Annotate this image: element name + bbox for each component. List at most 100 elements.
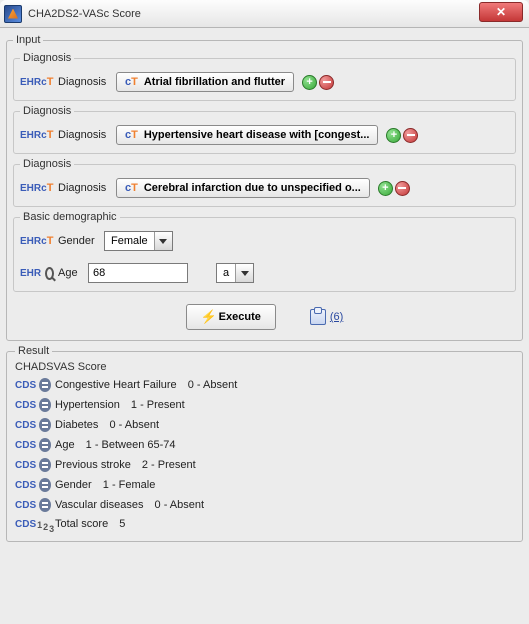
gender-select[interactable]: Female (104, 231, 173, 251)
score-group: CHADSVAS Score CDS Congestive Heart Fail… (15, 361, 514, 533)
diagnosis-legend: Diagnosis (20, 105, 74, 117)
ehr-ct-icon: EHRcT (20, 129, 54, 141)
chevron-down-icon (154, 232, 172, 250)
ehr-q-icon: EHR (20, 267, 54, 280)
input-group: Input Diagnosis EHRcT Diagnosis cT Atria… (6, 34, 523, 341)
diagnosis-row: EHRcT Diagnosis cT Atrial fibrillation a… (20, 70, 509, 94)
result-label: Diabetes (55, 419, 98, 431)
cds-numeric-icon: CDS123 (15, 519, 51, 530)
result-label: Congestive Heart Failure (55, 379, 177, 391)
demographic-group: Basic demographic EHRcT Gender Female EH… (13, 211, 516, 292)
result-legend: Result (15, 345, 52, 357)
diagnosis-value-button[interactable]: cT Hypertensive heart disease with [cong… (116, 125, 378, 145)
result-item: CDS Vascular diseases 0 - Absent (15, 495, 514, 515)
add-remove-controls (386, 128, 418, 143)
log-link[interactable]: (6) (310, 309, 343, 325)
diagnosis-legend: Diagnosis (20, 158, 74, 170)
gender-label: Gender (58, 235, 100, 247)
cds-icon: CDS (15, 418, 51, 432)
result-item: CDS Age 1 - Between 65-74 (15, 435, 514, 455)
input-legend: Input (13, 34, 43, 46)
window-title: CHA2DS2-VASc Score (28, 8, 141, 20)
cds-icon: CDS (15, 398, 51, 412)
diagnosis-text: Atrial fibrillation and flutter (144, 76, 285, 88)
diagnosis-text: Cerebral infarction due to unspecified o… (144, 182, 361, 194)
result-label: Age (55, 439, 75, 451)
magnifier-icon (45, 267, 54, 280)
execute-label: Execute (219, 311, 261, 323)
add-diagnosis-button[interactable] (386, 128, 401, 143)
age-label: Age (58, 267, 84, 279)
age-row: EHR Age a (20, 261, 509, 285)
total-value: 5 (119, 518, 125, 530)
result-value: 0 - Absent (188, 379, 238, 391)
log-count: (6) (330, 311, 343, 323)
cds-icon: CDS (15, 498, 51, 512)
chevron-down-icon (235, 264, 253, 282)
execute-row: Execute (6) (13, 296, 516, 334)
diagnosis-label: Diagnosis (58, 182, 112, 194)
ehr-ct-icon: EHRcT (20, 235, 54, 247)
score-legend: CHADSVAS Score (15, 361, 107, 373)
remove-diagnosis-button[interactable] (319, 75, 334, 90)
result-value: 1 - Between 65-74 (86, 439, 176, 451)
result-value: 2 - Present (142, 459, 196, 471)
add-remove-controls (302, 75, 334, 90)
window: CHA2DS2-VASc Score ✕ Input Diagnosis EHR… (0, 0, 529, 624)
age-input[interactable] (88, 263, 188, 283)
titlebar: CHA2DS2-VASc Score ✕ (0, 0, 529, 28)
diagnosis-group: Diagnosis EHRcT Diagnosis cT Cerebral in… (13, 158, 516, 207)
bolt-icon (201, 310, 213, 324)
close-button[interactable]: ✕ (479, 2, 523, 22)
ehr-ct-icon: EHRcT (20, 76, 54, 88)
diagnosis-row: EHRcT Diagnosis cT Hypertensive heart di… (20, 123, 509, 147)
result-label: Hypertension (55, 399, 120, 411)
ct-icon: cT (125, 76, 138, 88)
execute-button[interactable]: Execute (186, 304, 276, 330)
result-label: Previous stroke (55, 459, 131, 471)
result-label: Vascular diseases (55, 499, 143, 511)
ct-icon: cT (125, 129, 138, 141)
result-item: CDS Congestive Heart Failure 0 - Absent (15, 375, 514, 395)
diagnosis-legend: Diagnosis (20, 52, 74, 64)
cds-icon: CDS (15, 478, 51, 492)
demographic-legend: Basic demographic (20, 211, 120, 223)
add-remove-controls (378, 181, 410, 196)
gender-row: EHRcT Gender Female (20, 229, 509, 253)
result-item: CDS Hypertension 1 - Present (15, 395, 514, 415)
result-label: Gender (55, 479, 92, 491)
diagnosis-row: EHRcT Diagnosis cT Cerebral infarction d… (20, 176, 509, 200)
result-item: CDS Gender 1 - Female (15, 475, 514, 495)
close-icon: ✕ (496, 5, 506, 19)
result-value: 0 - Absent (155, 499, 205, 511)
diagnosis-label: Diagnosis (58, 129, 112, 141)
cds-icon: CDS (15, 438, 51, 452)
total-label: Total score (55, 518, 108, 530)
diagnosis-label: Diagnosis (58, 76, 112, 88)
window-body: Input Diagnosis EHRcT Diagnosis cT Atria… (0, 28, 529, 548)
age-unit-value: a (217, 264, 235, 282)
gender-value: Female (105, 232, 154, 250)
add-diagnosis-button[interactable] (378, 181, 393, 196)
cds-icon: CDS (15, 458, 51, 472)
app-icon (4, 5, 22, 23)
result-total: CDS123 Total score 5 (15, 515, 514, 533)
add-diagnosis-button[interactable] (302, 75, 317, 90)
diagnosis-text: Hypertensive heart disease with [congest… (144, 129, 370, 141)
ct-icon: cT (125, 182, 138, 194)
diagnosis-group: Diagnosis EHRcT Diagnosis cT Atrial fibr… (13, 52, 516, 101)
result-group: Result CHADSVAS Score CDS Congestive Hea… (6, 345, 523, 542)
diagnosis-value-button[interactable]: cT Cerebral infarction due to unspecifie… (116, 178, 370, 198)
remove-diagnosis-button[interactable] (395, 181, 410, 196)
diagnosis-group: Diagnosis EHRcT Diagnosis cT Hypertensiv… (13, 105, 516, 154)
cds-icon: CDS (15, 378, 51, 392)
result-value: 1 - Present (131, 399, 185, 411)
result-item: CDS Previous stroke 2 - Present (15, 455, 514, 475)
ehr-ct-icon: EHRcT (20, 182, 54, 194)
result-value: 1 - Female (103, 479, 156, 491)
age-unit-select[interactable]: a (216, 263, 254, 283)
diagnosis-value-button[interactable]: cT Atrial fibrillation and flutter (116, 72, 294, 92)
remove-diagnosis-button[interactable] (403, 128, 418, 143)
result-value: 0 - Absent (109, 419, 159, 431)
result-item: CDS Diabetes 0 - Absent (15, 415, 514, 435)
